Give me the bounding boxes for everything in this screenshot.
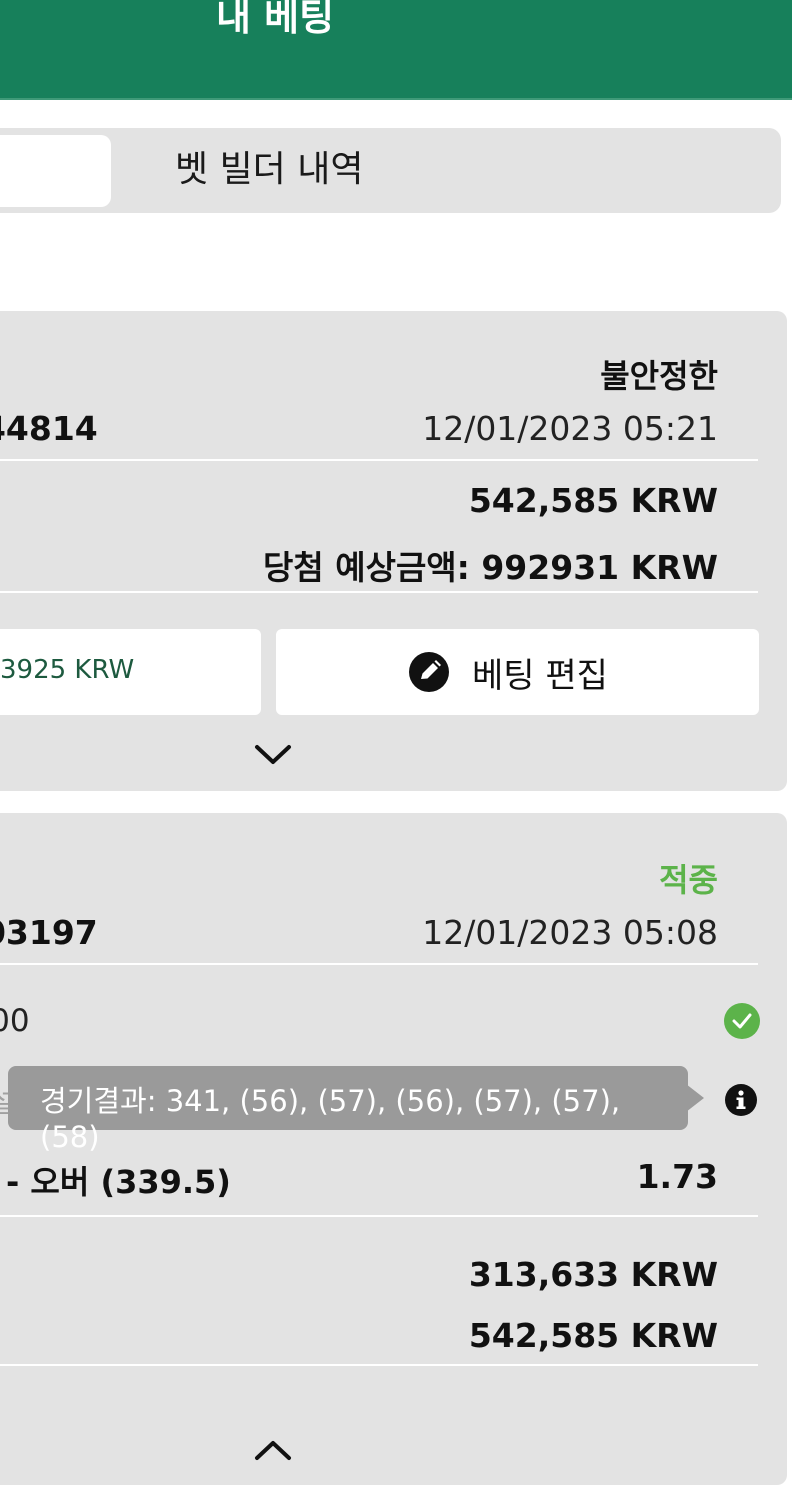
pencil-icon xyxy=(409,652,449,692)
tooltip-arrow xyxy=(686,1084,704,1112)
app-header: 내 베팅 xyxy=(0,0,792,100)
bet-date: 12/01/2023 05:21 xyxy=(422,409,718,448)
bet-id: 303197 xyxy=(0,913,98,952)
bet-id: 344814 xyxy=(0,409,98,448)
bet-history-tabs: 벳 빌더 내역 xyxy=(0,128,781,213)
divider xyxy=(0,591,758,593)
check-circle-icon xyxy=(724,1003,760,1039)
chevron-up-icon[interactable] xyxy=(253,1438,293,1462)
cashout-amount: 3925 KRW xyxy=(0,655,135,685)
divider xyxy=(0,459,758,461)
bet-selection: - 오버 (339.5) xyxy=(6,1163,231,1201)
bet-status: 불안정한 xyxy=(600,357,718,395)
chevron-down-icon[interactable] xyxy=(253,743,293,767)
tab-my-bets[interactable] xyxy=(0,135,111,207)
divider xyxy=(0,1215,758,1217)
bet-card: 불안정한 344814 12/01/2023 05:21 542,585 KRW… xyxy=(0,311,787,791)
payout-amount: 542,585 KRW xyxy=(468,1316,718,1355)
edit-bet-button[interactable]: 베팅 편집 xyxy=(276,629,759,715)
bet-date: 12/01/2023 05:08 xyxy=(422,913,718,952)
tab-bet-builder-history[interactable]: 벳 빌더 내역 xyxy=(175,148,364,192)
info-icon[interactable] xyxy=(725,1084,757,1116)
divider xyxy=(0,963,758,965)
result-tooltip: 경기결과: 341, (56), (57), (56), (57), (57),… xyxy=(8,1066,704,1154)
stake-amount: 542,585 KRW xyxy=(468,481,718,520)
page-title: 내 베팅 xyxy=(215,0,335,39)
stake-amount: 313,633 KRW xyxy=(468,1255,718,1294)
divider xyxy=(0,1364,758,1366)
bet-card: 적중 303197 12/01/2023 05:08 5:00 설 경기결과: … xyxy=(0,813,787,1485)
match-result: 경기결과: 341, (56), (57), (56), (57), (57),… xyxy=(40,1084,621,1154)
my-bets-page: 내 베팅 벳 빌더 내역 불안정한 344814 12/01/2023 05:2… xyxy=(0,0,792,1500)
bet-odds: 1.73 xyxy=(636,1157,718,1196)
edit-bet-label: 베팅 편집 xyxy=(472,656,608,696)
bet-status: 적중 xyxy=(659,861,718,899)
cashout-button[interactable]: 3925 KRW xyxy=(0,629,261,715)
potential-win: 당첨 예상금액: 992931 KRW xyxy=(263,548,718,587)
event-time: 5:00 xyxy=(0,1003,30,1039)
